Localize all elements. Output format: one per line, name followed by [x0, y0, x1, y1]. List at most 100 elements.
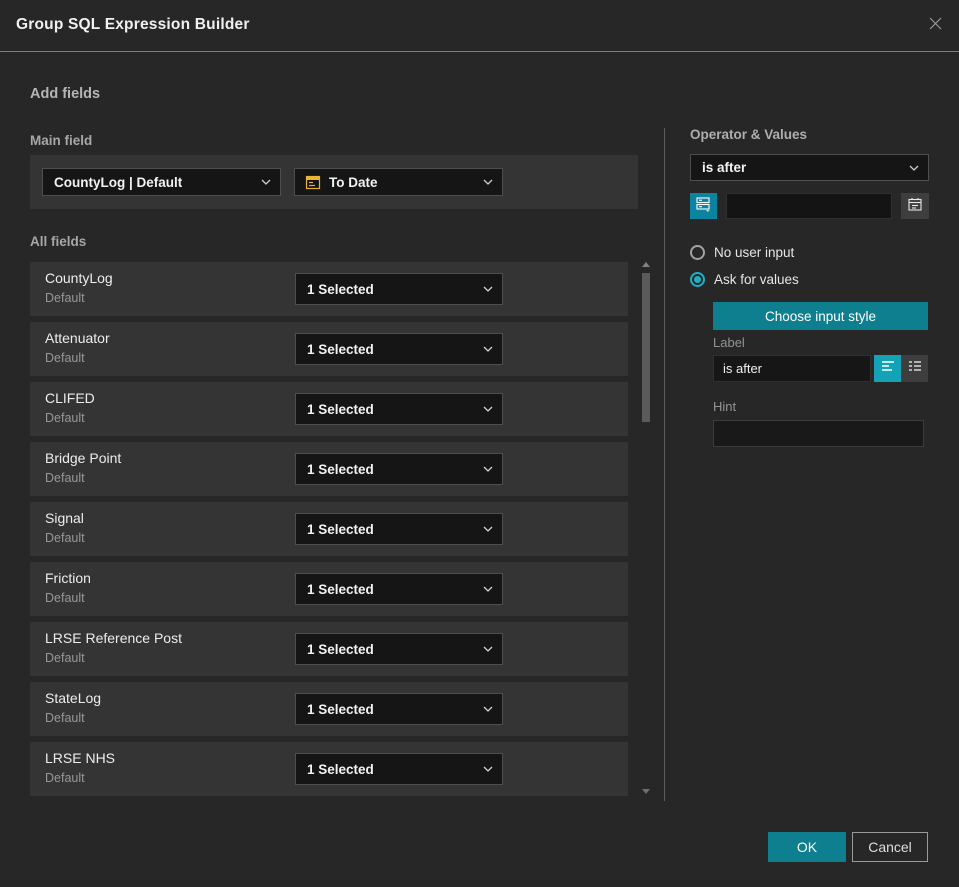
- group-sql-expression-builder-dialog: Group SQL Expression Builder Add fields …: [0, 0, 959, 887]
- label-caption: Label: [713, 335, 745, 350]
- field-count-select-value: 1 Selected: [307, 461, 374, 477]
- chevron-down-icon: [483, 706, 493, 712]
- field-count-select[interactable]: 1 Selected: [295, 633, 503, 665]
- field-type: Default: [45, 711, 85, 725]
- field-type: Default: [45, 471, 85, 485]
- operator-select[interactable]: is after: [690, 154, 929, 181]
- close-button[interactable]: [925, 16, 945, 36]
- field-count-select-value: 1 Selected: [307, 521, 374, 537]
- operator-values-heading: Operator & Values: [690, 127, 808, 142]
- radio-no-user-input-label: No user input: [714, 245, 795, 260]
- date-field-select-value: To Date: [329, 174, 378, 190]
- chevron-down-icon: [483, 346, 493, 352]
- main-field-panel: CountyLog | Default To Date: [30, 155, 638, 209]
- single-line-style-button[interactable]: [874, 355, 901, 382]
- field-row: Friction Default 1 Selected: [30, 562, 628, 616]
- field-count-select-value: 1 Selected: [307, 761, 374, 777]
- date-field-select[interactable]: To Date: [294, 168, 503, 196]
- field-count-select-value: 1 Selected: [307, 701, 374, 717]
- chevron-down-icon: [483, 526, 493, 532]
- operator-select-value: is after: [702, 160, 747, 175]
- field-type: Default: [45, 531, 85, 545]
- field-name: LRSE Reference Post: [45, 630, 182, 646]
- chevron-down-icon: [483, 586, 493, 592]
- titlebar: Group SQL Expression Builder: [0, 0, 959, 52]
- cancel-button[interactable]: Cancel: [852, 832, 928, 862]
- stacked-rows-icon: [695, 195, 712, 217]
- calendar-icon: [305, 174, 321, 190]
- add-fields-heading: Add fields: [30, 86, 101, 102]
- field-row: Bridge Point Default 1 Selected: [30, 442, 628, 496]
- field-count-select[interactable]: 1 Selected: [295, 273, 503, 305]
- field-type: Default: [45, 351, 85, 365]
- scrollbar-up-arrow-icon[interactable]: [642, 262, 650, 267]
- field-name: CLIFED: [45, 390, 95, 406]
- field-name: StateLog: [45, 690, 102, 706]
- field-name: Attenuator: [45, 330, 110, 346]
- radio-ask-for-values-label: Ask for values: [714, 272, 799, 287]
- radio-ask-for-values[interactable]: Ask for values: [690, 272, 799, 287]
- radio-unselected-icon: [690, 245, 705, 260]
- field-count-select[interactable]: 1 Selected: [295, 513, 503, 545]
- field-count-select[interactable]: 1 Selected: [295, 573, 503, 605]
- choose-input-style-button[interactable]: Choose input style: [713, 302, 928, 330]
- field-type: Default: [45, 771, 85, 785]
- chevron-down-icon: [483, 466, 493, 472]
- field-row: StateLog Default 1 Selected: [30, 682, 628, 736]
- hint-input[interactable]: [713, 420, 924, 447]
- value-calendar-button[interactable]: [901, 193, 929, 219]
- fields-list: CountyLog Default 1 Selected Attenuator …: [30, 262, 628, 802]
- chevron-down-icon: [483, 406, 493, 412]
- dialog-title: Group SQL Expression Builder: [16, 16, 250, 33]
- fields-list-scrollbar[interactable]: [642, 258, 651, 798]
- scrollbar-thumb[interactable]: [642, 273, 650, 422]
- field-count-select-value: 1 Selected: [307, 641, 374, 657]
- field-count-select[interactable]: 1 Selected: [295, 693, 503, 725]
- field-name: Friction: [45, 570, 91, 586]
- chevron-down-icon: [483, 286, 493, 292]
- field-type: Default: [45, 291, 85, 305]
- field-row: CLIFED Default 1 Selected: [30, 382, 628, 436]
- chevron-down-icon: [909, 165, 919, 171]
- field-count-select-value: 1 Selected: [307, 281, 374, 297]
- chevron-down-icon: [261, 179, 271, 185]
- field-count-select[interactable]: 1 Selected: [295, 393, 503, 425]
- field-name: CountyLog: [45, 270, 113, 286]
- scrollbar-down-arrow-icon[interactable]: [642, 789, 650, 794]
- all-fields-label: All fields: [30, 234, 87, 249]
- field-count-select[interactable]: 1 Selected: [295, 753, 503, 785]
- field-row: LRSE NHS Default 1 Selected: [30, 742, 628, 796]
- list-icon: [907, 358, 923, 379]
- main-field-select[interactable]: CountyLog | Default: [42, 168, 281, 196]
- calendar-icon: [907, 196, 923, 217]
- field-count-select-value: 1 Selected: [307, 581, 374, 597]
- radio-no-user-input[interactable]: No user input: [690, 245, 794, 260]
- chevron-down-icon: [483, 179, 493, 185]
- field-count-select-value: 1 Selected: [307, 341, 374, 357]
- field-name: LRSE NHS: [45, 750, 116, 766]
- field-type: Default: [45, 591, 85, 605]
- chevron-down-icon: [483, 766, 493, 772]
- value-input[interactable]: [726, 193, 892, 219]
- field-count-select-value: 1 Selected: [307, 401, 374, 417]
- align-left-icon: [880, 358, 896, 379]
- main-field-select-value: CountyLog | Default: [54, 174, 183, 190]
- field-row: Attenuator Default 1 Selected: [30, 322, 628, 376]
- ok-button[interactable]: OK: [768, 832, 846, 862]
- value-source-button[interactable]: [690, 193, 717, 219]
- field-count-select[interactable]: 1 Selected: [295, 333, 503, 365]
- radio-selected-icon: [690, 272, 705, 287]
- value-row: [690, 193, 929, 219]
- field-row: CountyLog Default 1 Selected: [30, 262, 628, 316]
- field-row: LRSE Reference Post Default 1 Selected: [30, 622, 628, 676]
- label-input[interactable]: [713, 355, 871, 382]
- main-field-label: Main field: [30, 133, 93, 148]
- chevron-down-icon: [483, 646, 493, 652]
- field-type: Default: [45, 411, 85, 425]
- list-style-button[interactable]: [901, 355, 928, 382]
- column-divider: [664, 128, 665, 801]
- field-count-select[interactable]: 1 Selected: [295, 453, 503, 485]
- close-icon: [927, 15, 944, 37]
- field-name: Bridge Point: [45, 450, 122, 466]
- field-type: Default: [45, 651, 85, 665]
